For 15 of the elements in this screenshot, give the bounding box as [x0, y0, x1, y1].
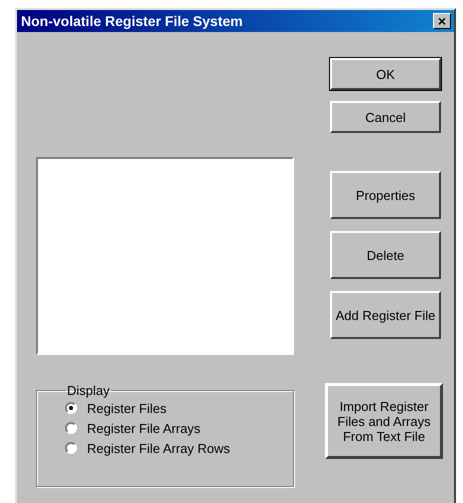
action-button[interactable]: Delete [330, 231, 441, 279]
radio-label[interactable]: Register File Array Rows [87, 440, 230, 456]
ok-button[interactable]: OK [330, 58, 441, 90]
radio-button[interactable] [65, 422, 77, 434]
action-button[interactable]: Properties [330, 171, 441, 219]
radio-button[interactable] [65, 402, 77, 414]
group-legend: Display [66, 383, 111, 398]
close-button[interactable]: × [433, 13, 451, 29]
cancel-button[interactable]: Cancel [330, 101, 441, 133]
radio-label[interactable]: Register File Arrays [87, 420, 200, 436]
import-button[interactable]: Import Register Files and Arrays From Text File [325, 383, 443, 459]
radio-button[interactable] [65, 442, 77, 454]
radio-label[interactable]: Register Files [87, 400, 166, 416]
window-title: Non-volatile Register File System [21, 13, 243, 29]
action-button[interactable]: Add Register File [330, 291, 441, 339]
